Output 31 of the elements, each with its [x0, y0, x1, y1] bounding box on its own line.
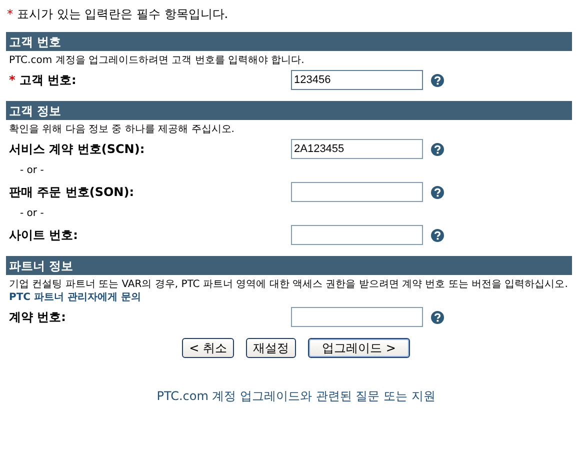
- input-field[interactable]: [291, 225, 423, 245]
- input-field[interactable]: [291, 182, 423, 202]
- field-label: 판매 주문 번호(SON):: [9, 184, 134, 200]
- input-field[interactable]: 123456: [291, 70, 423, 90]
- help-icon[interactable]: [431, 228, 444, 242]
- required-mark: *: [7, 7, 13, 21]
- field-label: 사이트 번호:: [9, 226, 78, 244]
- section-description: 확인을 위해 다음 정보 중 하나를 제공해 주십시오.: [8, 123, 236, 136]
- required-note: 표시가 있는 입력란은 필수 항목입니다.: [17, 6, 228, 22]
- support-link[interactable]: PTC.com 계정 업그레이드와 관련된 질문 또는 지원: [156, 389, 436, 403]
- section-header: 고객 정보: [6, 101, 572, 120]
- upgrade-button[interactable]: 업그레이드 >: [308, 338, 410, 358]
- field-label: 고객 번호:: [19, 72, 76, 88]
- or-separator: - or -: [19, 207, 45, 221]
- help-icon[interactable]: [431, 142, 444, 156]
- form-button[interactable]: < 취소: [182, 338, 234, 358]
- help-icon[interactable]: [431, 186, 444, 198]
- help-icon[interactable]: [431, 74, 444, 86]
- section-header: 파트너 정보: [6, 256, 572, 275]
- required-mark: *: [9, 73, 16, 87]
- field-label: 계약 번호:: [9, 308, 66, 326]
- input-field[interactable]: [291, 307, 423, 327]
- or-separator: - or -: [19, 164, 45, 178]
- section-header: 고객 번호: [6, 32, 572, 51]
- field-label: 서비스 계약 번호(SCN):: [9, 140, 145, 158]
- help-icon[interactable]: [431, 310, 444, 324]
- input-field[interactable]: 2A123455: [291, 139, 423, 159]
- form-button[interactable]: 재설정: [246, 338, 296, 358]
- section-description: PTC.com 계정을 업그레이드하려면 고객 번호를 입력해야 합니다.: [8, 54, 306, 67]
- contact-link[interactable]: PTC 파트너 관리자에게 문의: [9, 292, 141, 303]
- section-description: 기업 컨설팅 파트너 또는 VAR의 경우, PTC 파트너 영역에 대한 액세스 권한을 받으려면 계약 번호 또는 버전을 입력하십시오. PTC 파트너 관리자에게 문의: [8, 278, 569, 304]
